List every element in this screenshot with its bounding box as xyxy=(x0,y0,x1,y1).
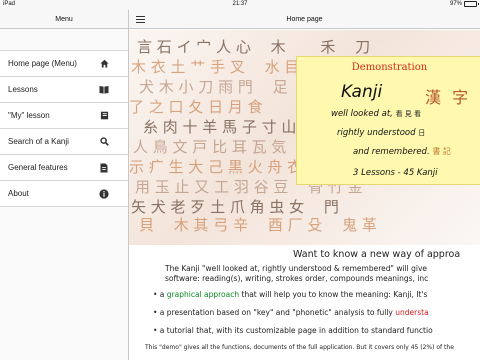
kanji-background-decoration: 人 鳥 文 戸 比 耳 瓦 気 xyxy=(133,138,287,156)
battery-indicator: 97% xyxy=(449,1,479,7)
tagline-line-1: well looked at, 看 見 看 xyxy=(331,109,421,119)
kanji-background-decoration: 示 疒 生 大 己 黒 火 舟 衣 車 xyxy=(129,158,322,176)
hamburger-menu-icon[interactable] xyxy=(136,16,145,23)
sidebar-title: Menu xyxy=(0,10,128,29)
lessons-summary: 3 Lessons - 45 Kanji xyxy=(353,168,438,178)
menu-list: Home page (Menu) Lessons "My" lesson Sea… xyxy=(0,50,128,207)
intro-heading: Want to know a new way of approa xyxy=(293,249,461,260)
hero-banner: 言 石 イ 宀 人 心 木 禾 刀 木 衣 土 艹 手 叉 水 目 田 犬 木 … xyxy=(129,30,480,245)
tagline-glyphs: 書 記 xyxy=(432,147,451,156)
tagline-text: and remembered. xyxy=(353,147,430,157)
intro-paragraph-line-2: software: reading(s), writing, strokes o… xyxy=(165,274,429,283)
bullet-graphical-approach: • a graphical approach that will help yo… xyxy=(153,290,427,299)
main-panel: Home page 言 石 イ 宀 人 心 木 禾 刀 木 衣 土 艹 手 叉 … xyxy=(129,10,480,360)
kanji-background-decoration: 言 石 イ 宀 人 心 木 禾 刀 xyxy=(137,38,371,56)
intro-section: Want to know a new way of approa The Kan… xyxy=(129,246,480,360)
search-icon xyxy=(99,137,109,147)
bullet-text: • a presentation based on "key" and "pho… xyxy=(153,308,396,317)
battery-percent: 97% xyxy=(449,1,462,7)
battery-icon xyxy=(464,1,479,7)
sidebar-item-label: Lessons xyxy=(8,85,38,94)
demonstration-card[interactable]: Demonstration Kanji 漢 字 well looked at, … xyxy=(296,56,480,185)
status-time: 21:37 xyxy=(232,1,248,7)
tagline-glyphs: 日 xyxy=(418,129,426,137)
graphical-approach-highlight: graphical approach xyxy=(166,290,240,299)
tagline-text: well looked at, xyxy=(331,109,393,119)
kanji-background-decoration: 糸 肉 十 羊 馬 子 寸 山 xyxy=(143,118,297,136)
sidebar-item-label: Search of a Kanji xyxy=(8,137,69,146)
tagline-line-3: and remembered. 書 記 xyxy=(353,146,451,157)
sidebar-item-about[interactable]: About xyxy=(0,181,128,207)
kanji-background-decoration: 貝 木 其 弓 辛 酉 厂 殳 鬼 革 xyxy=(139,216,377,234)
kanji-word: Kanji xyxy=(341,82,383,102)
sidebar-item-label: General features xyxy=(8,163,68,172)
kanji-background-decoration: 了 之 口 夂 日 月 食 xyxy=(129,98,263,116)
info-icon xyxy=(99,188,109,199)
tagline-line-2: rightly understood 日 xyxy=(337,128,425,138)
sidebar-item-label: About xyxy=(8,189,29,198)
sidebar-item-label: "My" lesson xyxy=(8,111,50,120)
bullet-key-phonetic: • a presentation based on "key" and "pho… xyxy=(153,308,429,317)
notebook-icon xyxy=(99,111,109,121)
kanji-characters: 漢 字 xyxy=(425,88,472,107)
page-title: Home page xyxy=(286,16,323,23)
bullet-text: • a xyxy=(153,290,167,299)
document-icon xyxy=(99,163,109,173)
home-icon xyxy=(99,59,109,69)
sidebar-item-general-features[interactable]: General features xyxy=(0,155,128,181)
understand-highlight: understa xyxy=(395,308,429,317)
sidebar-item-my-lesson[interactable]: "My" lesson xyxy=(0,103,128,129)
bullet-text: that will help you to know the meaning: … xyxy=(239,290,428,299)
sidebar-item-home[interactable]: Home page (Menu) xyxy=(0,51,128,77)
tagline-text: rightly understood xyxy=(337,128,416,138)
sidebar: Menu Home page (Menu) Lessons "My" lesso… xyxy=(0,10,129,360)
book-icon xyxy=(99,85,109,95)
intro-paragraph-line-1: The Kanji "well looked at, rightly under… xyxy=(165,264,427,273)
bullet-tutorial: • a tutorial that, with its customizable… xyxy=(153,326,433,335)
demo-footnote: This "demo" gives all the functions, doc… xyxy=(145,344,454,351)
tagline-glyphs: 看 見 看 xyxy=(395,110,422,118)
demo-title: Demonstration xyxy=(351,62,428,73)
sidebar-item-lessons[interactable]: Lessons xyxy=(0,77,128,103)
status-bar: iPad 21:37 97% xyxy=(0,0,480,10)
main-header: Home page xyxy=(129,10,480,29)
sidebar-item-label: Home page (Menu) xyxy=(8,59,77,68)
sidebar-item-search[interactable]: Search of a Kanji xyxy=(0,129,128,155)
kanji-background-decoration: 犬 木 小 刀 雨 門 足 xyxy=(139,78,288,96)
